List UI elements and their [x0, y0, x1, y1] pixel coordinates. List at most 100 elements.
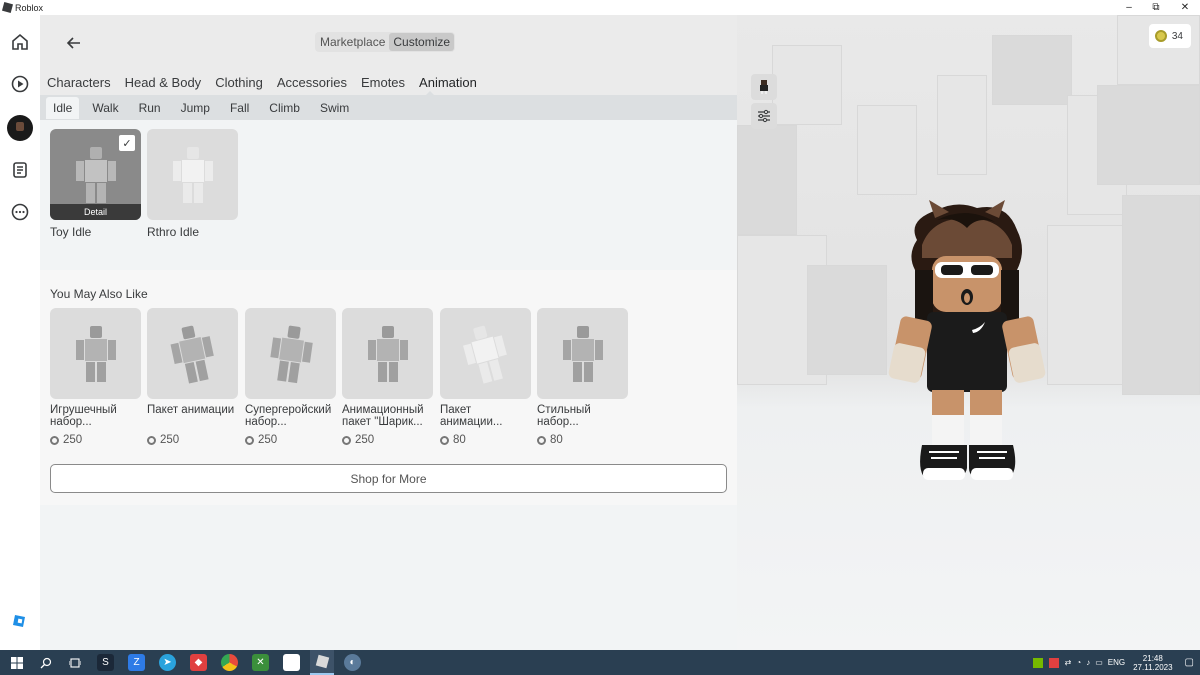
roblox-logo-icon [1, 1, 14, 14]
subtab-climb[interactable]: Climb [262, 97, 307, 119]
minimize-button[interactable]: – [1114, 0, 1144, 15]
windows-logo-icon [10, 656, 23, 669]
media-tray-icon[interactable] [1048, 657, 1059, 668]
start-button[interactable] [8, 654, 25, 671]
mode-switcher: Marketplace Customize [315, 32, 456, 52]
back-button[interactable] [62, 31, 86, 55]
tab-clothing[interactable]: Clothing [215, 75, 263, 90]
notifications-icon[interactable]: ▢ [1185, 657, 1194, 668]
tab-accessories[interactable]: Accessories [277, 75, 347, 90]
home-nav-button[interactable] [8, 30, 32, 54]
settings-sliders-button[interactable] [751, 103, 777, 129]
subtab-run[interactable]: Run [132, 97, 168, 119]
zoom-taskbar-icon[interactable]: Z [128, 654, 145, 671]
subtab-swim[interactable]: Swim [313, 97, 356, 119]
owned-item-card[interactable]: Rthro Idle [147, 129, 238, 239]
more-nav-button[interactable] [8, 200, 32, 224]
avatar-nav-button[interactable] [7, 115, 33, 141]
discover-nav-button[interactable] [8, 72, 32, 96]
shop-for-more-button[interactable]: Shop for More [50, 464, 727, 493]
wifi-icon[interactable]: ◔ [1076, 658, 1081, 667]
scenery-block [937, 75, 987, 175]
recommended-item-card[interactable]: Пакет анимации 250 [147, 308, 238, 446]
file-taskbar-icon[interactable] [283, 654, 300, 671]
roblox-logo-icon [315, 654, 329, 669]
item-name: Стильный набор... [537, 404, 591, 428]
xbox-taskbar-icon[interactable]: ✕ [252, 654, 269, 671]
roblox-studio-button[interactable] [8, 609, 32, 633]
animation-figure-icon [562, 325, 603, 382]
media-taskbar-icon[interactable]: ◆ [190, 654, 207, 671]
more-dots-icon [11, 203, 29, 221]
item-thumbnail[interactable] [245, 308, 336, 399]
roblox-taskbar-icon[interactable] [310, 650, 334, 675]
search-icon [40, 657, 51, 668]
task-view-icon [68, 657, 81, 668]
battery-icon[interactable]: ▭ [1095, 658, 1103, 667]
animation-figure-icon [167, 322, 218, 385]
item-thumbnail[interactable] [342, 308, 433, 399]
item-thumbnail[interactable] [537, 308, 628, 399]
subtab-jump[interactable]: Jump [174, 97, 217, 119]
recommended-item-card[interactable]: Супергеройский набор... 250 [245, 308, 336, 446]
close-button[interactable]: ✕ [1170, 0, 1200, 15]
notes-nav-button[interactable] [8, 158, 32, 182]
item-name: Toy Idle [50, 225, 92, 239]
subtab-walk[interactable]: Walk [85, 97, 125, 119]
customize-tab[interactable]: Customize [389, 33, 455, 51]
item-price: 250 [147, 434, 238, 446]
recommended-item-card[interactable]: Стильный набор... 80 [537, 308, 628, 446]
item-price: 250 [245, 434, 336, 446]
price-value: 250 [160, 434, 180, 446]
arrow-left-icon [66, 37, 80, 49]
nvidia-tray-icon[interactable] [1032, 657, 1043, 668]
robux-icon [245, 435, 254, 445]
item-thumbnail[interactable] [50, 308, 141, 399]
avatar-thumbnail-button[interactable] [751, 74, 777, 100]
search-button[interactable] [37, 654, 54, 671]
volume-icon[interactable]: ♪ [1086, 658, 1090, 667]
task-view-button[interactable] [66, 654, 83, 671]
document-icon [13, 162, 27, 178]
scenery-block [1047, 225, 1127, 385]
subtab-fall[interactable]: Fall [223, 97, 256, 119]
language-indicator[interactable]: ENG [1108, 658, 1125, 667]
clock-date: 27.11.2023 [1133, 662, 1173, 672]
recommended-item-card[interactable]: Анимационный пакет "Шарик... 250 [342, 308, 433, 446]
tab-characters[interactable]: Characters [47, 75, 111, 90]
item-thumbnail[interactable]: ✓ Detail [50, 129, 141, 220]
robux-balance-value: 34 [1171, 30, 1183, 42]
checkmark-icon[interactable]: ✓ [119, 135, 135, 151]
subtab-idle[interactable]: Idle [46, 96, 80, 119]
owned-item-card[interactable]: ✓ Detail Toy Idle [50, 129, 141, 239]
recommended-item-card[interactable]: Игрушечный набор... 250 [50, 308, 141, 446]
network-tray-icon[interactable]: ⇄ [1065, 658, 1072, 667]
telegram-taskbar-icon[interactable]: ➤ [159, 654, 176, 671]
windows-taskbar: S Z ➤ ◆ ✕ ◐ ⇄ ◔ ♪ ▭ ENG 21:48 27.11.2023… [0, 650, 1200, 675]
robux-icon [50, 435, 59, 445]
app-taskbar-icon[interactable]: ◐ [344, 654, 361, 671]
play-circle-icon [11, 75, 29, 93]
recommended-item-card[interactable]: Пакет анимации... 80 [440, 308, 531, 446]
item-price: 80 [440, 434, 531, 446]
item-thumbnail[interactable] [147, 129, 238, 220]
clock[interactable]: 21:48 27.11.2023 [1133, 654, 1172, 672]
tab-animation[interactable]: Animation [419, 75, 477, 90]
robux-icon [147, 435, 156, 445]
price-value: 80 [550, 434, 563, 446]
detail-button[interactable]: Detail [50, 204, 141, 220]
window-title: Roblox [15, 2, 44, 13]
avatar-preview-viewport[interactable]: 34 [737, 15, 1200, 650]
steam-taskbar-icon[interactable]: S [97, 654, 114, 671]
scenery-block [857, 105, 917, 195]
marketplace-tab[interactable]: Marketplace [316, 33, 389, 51]
chrome-taskbar-icon[interactable] [221, 654, 238, 671]
item-thumbnail[interactable] [147, 308, 238, 399]
tab-emotes[interactable]: Emotes [361, 75, 405, 90]
category-tabs: Characters Head & Body Clothing Accessor… [40, 70, 737, 95]
robux-balance[interactable]: 34 [1148, 24, 1191, 48]
tab-head-body[interactable]: Head & Body [125, 75, 202, 90]
item-price: 250 [342, 434, 433, 446]
item-thumbnail[interactable] [440, 308, 531, 399]
restore-button[interactable]: ⧉ [1141, 0, 1171, 15]
